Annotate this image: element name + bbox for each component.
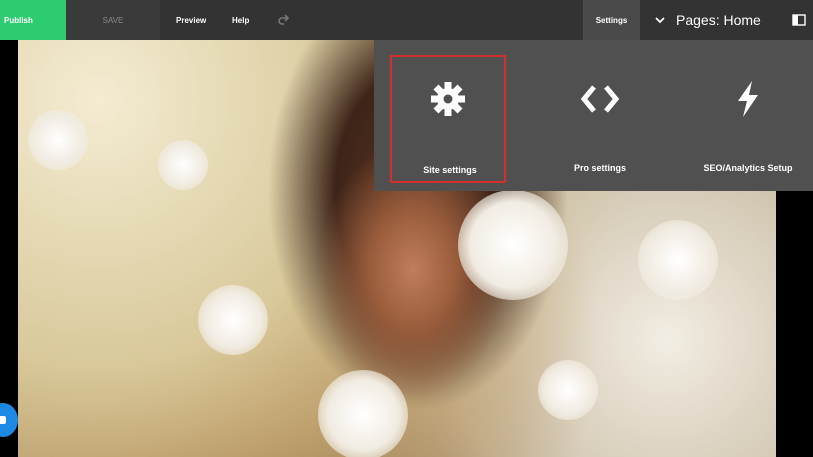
preview-label: Preview bbox=[176, 15, 207, 25]
panel-toggle-icon[interactable] bbox=[792, 13, 806, 27]
lightning-icon bbox=[738, 81, 758, 117]
redo-icon[interactable] bbox=[277, 13, 291, 27]
gear-icon bbox=[431, 82, 465, 116]
blossom-decoration bbox=[538, 360, 598, 420]
blossom-decoration bbox=[198, 285, 268, 355]
help-button[interactable]: Help bbox=[232, 0, 249, 40]
site-settings-label: Site settings bbox=[423, 165, 477, 175]
chevron-down-icon[interactable] bbox=[654, 14, 666, 26]
publish-label: Publish bbox=[4, 15, 33, 25]
save-button[interactable]: SAVE bbox=[66, 0, 160, 40]
save-label: SAVE bbox=[102, 15, 124, 25]
blossom-decoration bbox=[318, 370, 408, 457]
pages-label: Pages: Home bbox=[676, 12, 761, 28]
chat-icon bbox=[0, 416, 6, 424]
blossom-decoration bbox=[638, 220, 718, 300]
publish-button[interactable]: Publish bbox=[0, 0, 66, 40]
blossom-decoration bbox=[158, 140, 208, 190]
preview-button[interactable]: Preview bbox=[176, 0, 206, 40]
pro-settings-label: Pro settings bbox=[573, 163, 626, 173]
blossom-decoration bbox=[458, 190, 568, 300]
settings-tab-label: Settings bbox=[595, 15, 628, 25]
help-label: Help bbox=[232, 15, 250, 25]
blossom-decoration bbox=[28, 110, 88, 170]
site-settings-button[interactable]: Site settings bbox=[390, 55, 506, 183]
seo-analytics-label: SEO/Analytics Setup bbox=[703, 163, 793, 173]
code-icon bbox=[580, 85, 620, 113]
tab-settings[interactable]: Settings bbox=[583, 0, 640, 40]
pro-settings-button[interactable]: Pro settings bbox=[542, 55, 658, 183]
seo-analytics-button[interactable]: SEO/Analytics Setup bbox=[690, 55, 806, 183]
